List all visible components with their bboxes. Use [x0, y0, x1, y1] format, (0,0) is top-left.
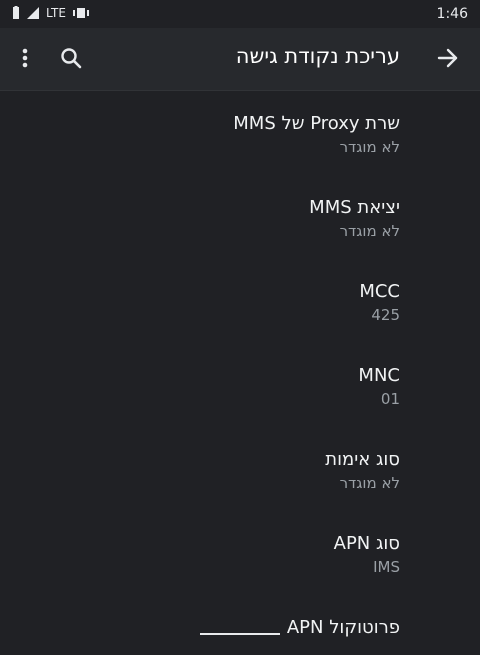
apn-settings-list: שרת Proxy של MMS לא מוגדר יציאת MMS לא מ…: [0, 91, 480, 655]
item-title: יציאת MMS: [309, 197, 400, 218]
item-title: פרוטוקול APN: [286, 617, 400, 638]
vibrate-icon: [72, 8, 89, 18]
item-title: MCC: [359, 281, 400, 302]
list-item-auth-type[interactable]: סוג אימות לא מוגדר: [0, 427, 480, 511]
network-type-label: LTE: [46, 6, 66, 20]
scroll-indicator: [200, 633, 280, 635]
item-value: 01: [380, 390, 400, 408]
arrow-forward-icon: [437, 48, 458, 68]
page-title: עריכת נקודת גישה: [235, 44, 400, 68]
item-value: 425: [371, 306, 400, 324]
item-title: סוג אימות: [325, 449, 400, 470]
more-vert-icon: [22, 48, 28, 68]
status-bar: LTE 1:46: [0, 0, 480, 28]
list-item-apn-protocol[interactable]: פרוטוקול APN: [0, 595, 480, 655]
list-item-mms-port[interactable]: יציאת MMS לא מוגדר: [0, 175, 480, 259]
status-time: 1:46: [436, 6, 468, 22]
search-icon: [61, 48, 82, 69]
item-title: שרת Proxy של MMS: [233, 113, 400, 134]
status-icons: LTE: [12, 6, 90, 20]
item-title: סוג APN: [333, 533, 400, 554]
item-value: לא מוגדר: [339, 474, 400, 492]
item-value: לא מוגדר: [339, 138, 400, 156]
more-options-button[interactable]: [5, 38, 45, 78]
back-button[interactable]: [428, 38, 468, 78]
list-item-mcc[interactable]: MCC 425: [0, 259, 480, 343]
battery-icon: [13, 6, 19, 19]
item-value: לא מוגדר: [339, 222, 400, 240]
signal-icon: [27, 7, 39, 19]
list-item-mms-proxy[interactable]: שרת Proxy של MMS לא מוגדר: [0, 91, 480, 175]
list-item-apn-type[interactable]: סוג APN IMS: [0, 511, 480, 595]
toolbar: עריכת נקודת גישה: [0, 28, 480, 91]
list-item-mnc[interactable]: MNC 01: [0, 343, 480, 427]
item-value: IMS: [373, 558, 400, 576]
search-button[interactable]: [51, 38, 91, 78]
item-title: MNC: [358, 365, 400, 386]
